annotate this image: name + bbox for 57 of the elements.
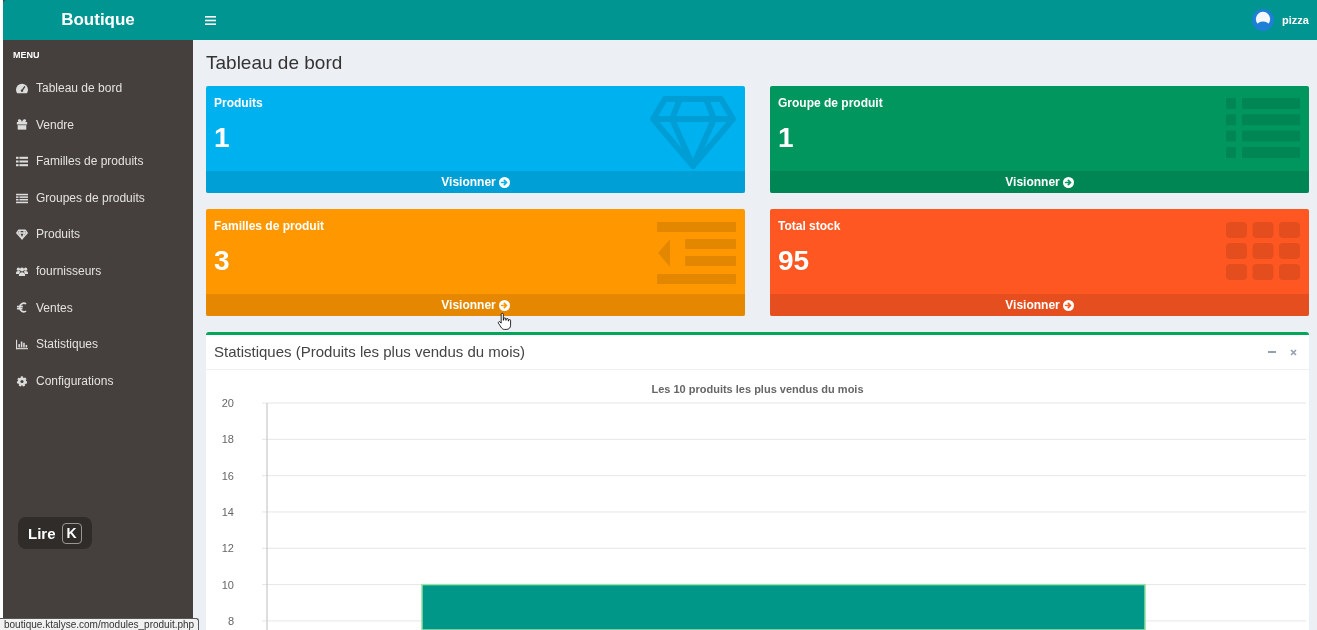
view-link[interactable]: Visionner xyxy=(770,294,1309,316)
sidebar-item[interactable]: Tableau de bord xyxy=(3,70,193,107)
card-label: Familles de produit xyxy=(214,219,324,234)
sidebar-item[interactable]: fournisseurs xyxy=(3,252,193,290)
y-axis-label: 18 xyxy=(221,433,234,446)
settings-icon xyxy=(16,375,28,387)
y-axis-label: 12 xyxy=(221,542,234,555)
brand-logo[interactable]: Boutique xyxy=(3,0,193,40)
sidebar-header: MENU xyxy=(12,49,41,62)
list-icon xyxy=(16,192,28,204)
bar-chart-icon xyxy=(16,338,28,350)
card-label: Groupe de produit xyxy=(778,96,883,111)
shortcut-key: K xyxy=(61,522,82,544)
card-value: 1 xyxy=(778,123,794,153)
sidebar-item[interactable]: Ventes xyxy=(3,289,193,327)
outdent-icon xyxy=(657,222,736,284)
y-axis-label: 8 xyxy=(227,614,234,627)
panel-title: Statistiques (Produits les plus vendus du mois) xyxy=(214,342,525,362)
diamond-icon xyxy=(650,96,736,169)
sidebar-item[interactable]: Configurations xyxy=(3,362,193,400)
arrow-circle-icon xyxy=(1062,176,1074,188)
card-value: 1 xyxy=(214,123,230,153)
arrow-circle-icon xyxy=(498,299,510,311)
gauge-icon xyxy=(16,82,28,94)
euro-icon xyxy=(16,302,28,314)
page-title: Tableau de bord xyxy=(206,52,344,74)
diamond-icon xyxy=(16,229,28,241)
sidebar-item[interactable]: Statistiques xyxy=(3,326,193,363)
users-icon xyxy=(16,265,28,277)
gift-icon xyxy=(16,119,28,131)
user-menu[interactable]: pizza xyxy=(1252,9,1309,31)
sidebar-item[interactable]: Familles de produits xyxy=(3,143,193,180)
arrow-circle-icon xyxy=(1062,299,1074,311)
hand-cursor-icon xyxy=(497,312,512,331)
list-icon xyxy=(16,156,28,167)
minus-icon xyxy=(1268,351,1276,353)
sidebar-item[interactable]: Vendre xyxy=(3,106,193,144)
sidebar-item[interactable]: Produits xyxy=(3,216,193,253)
view-link[interactable]: Visionner xyxy=(770,171,1309,193)
sidebar-item[interactable]: Groupes de produits xyxy=(3,179,193,217)
y-axis-label: 20 xyxy=(221,397,234,409)
card-value: 3 xyxy=(214,246,230,276)
user-avatar-icon xyxy=(1252,9,1275,31)
card-label: Total stock xyxy=(778,219,841,234)
card-value: 95 xyxy=(778,246,810,276)
y-axis-label: 14 xyxy=(221,505,234,518)
y-axis-label: 16 xyxy=(221,469,234,482)
close-icon xyxy=(1290,348,1297,356)
card-label: Produits xyxy=(214,96,263,111)
grid-icon xyxy=(1226,222,1300,280)
chart-title: Les 10 produits les plus vendus du mois xyxy=(651,383,864,395)
y-axis-label: 10 xyxy=(221,578,234,591)
menu-icon xyxy=(205,15,216,25)
menu-button[interactable] xyxy=(205,15,216,25)
arrow-circle-icon xyxy=(498,176,510,188)
play-label: Lire xyxy=(28,524,56,542)
status-url: boutique.ktalyse.com/modules_produit.php xyxy=(0,618,200,630)
